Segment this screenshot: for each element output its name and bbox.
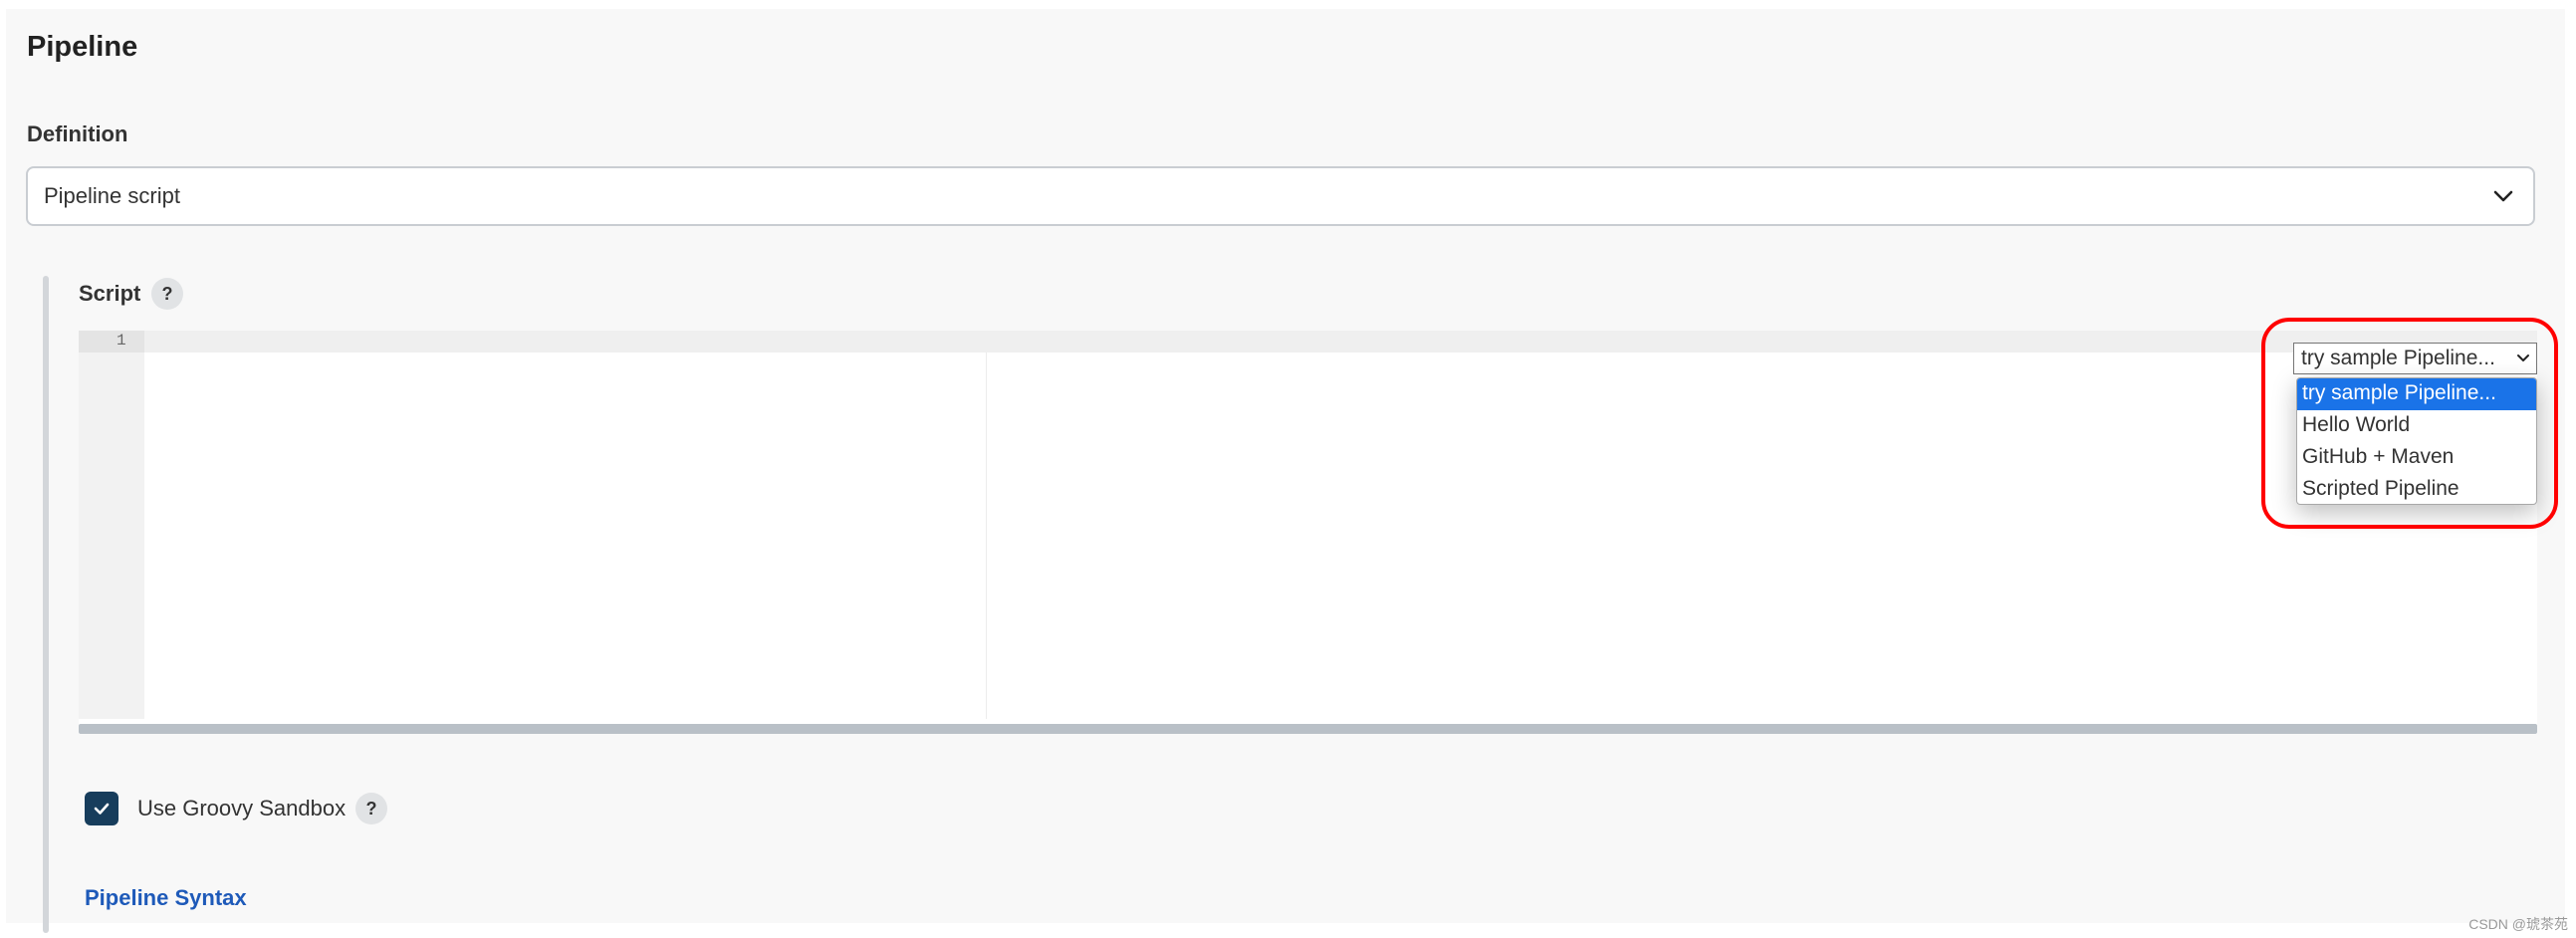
editor-print-margin [986,352,987,719]
groovy-sandbox-checkbox[interactable] [85,792,118,825]
watermark: CSDN @琥茶苑 [2468,916,2568,932]
script-help-button[interactable]: ? [151,278,183,310]
gutter-active-line [79,331,144,352]
nested-section-bar [43,276,49,933]
section-title: Pipeline [27,31,138,63]
groovy-sandbox-label: Use Groovy Sandbox [137,796,347,821]
definition-select-value: Pipeline script [44,183,180,208]
pipeline-syntax-link[interactable]: Pipeline Syntax [85,885,247,911]
editor-gutter: 1 [79,331,144,719]
editor-scrollbar[interactable] [79,724,2537,734]
definition-select[interactable]: Pipeline script [26,166,2535,226]
check-icon [94,803,110,815]
editor-active-line [79,331,2537,352]
sandbox-help-button[interactable]: ? [355,793,387,824]
annotation-highlight-ring [2261,318,2558,529]
script-label: Script [79,281,141,306]
pipeline-panel: Pipeline Definition Pipeline script Scri… [6,9,2565,933]
definition-label: Definition [27,121,128,146]
script-editor[interactable]: 1 [79,331,2537,734]
chevron-down-icon [2489,182,2517,210]
line-number: 1 [117,332,126,350]
